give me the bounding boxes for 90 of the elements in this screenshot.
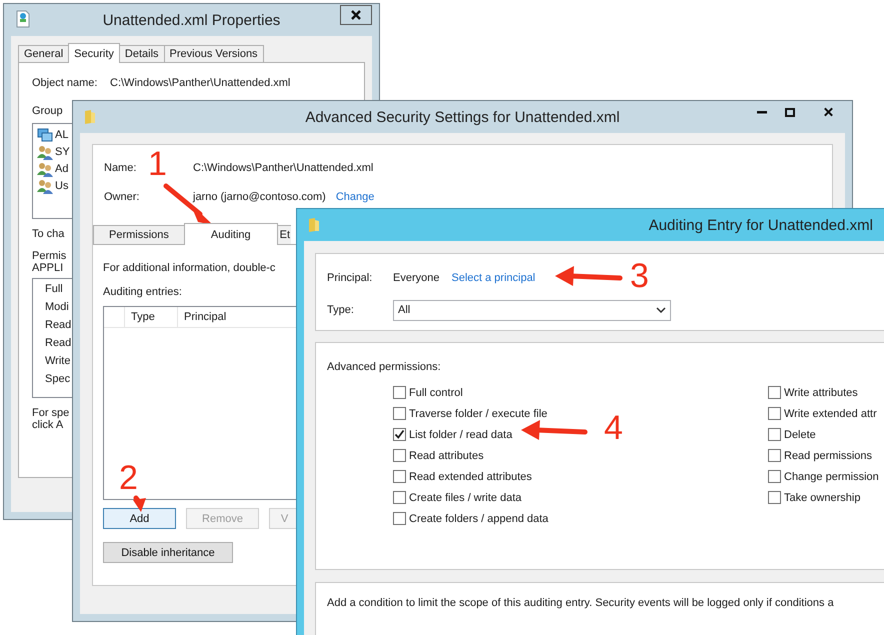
folder-icon — [83, 109, 97, 125]
minimize-icon — [757, 110, 767, 114]
field-label: Type: — [327, 304, 354, 316]
permission-name: Read — [45, 319, 72, 333]
step-number: 1 — [148, 146, 167, 182]
type-dropdown[interactable]: All — [393, 300, 671, 320]
close-button[interactable] — [340, 5, 372, 25]
permission-label[interactable]: Change permission — [784, 470, 879, 482]
owner-name: jarno (jarno@contoso.com) — [193, 191, 326, 203]
field-label: Permis — [32, 250, 66, 262]
checkbox[interactable] — [393, 407, 406, 420]
disable-inheritance-button[interactable]: Disable inheritance — [103, 542, 233, 563]
field-label: Name: — [104, 162, 136, 174]
tab[interactable]: Security — [68, 43, 120, 63]
checkbox[interactable] — [393, 512, 406, 525]
step-number: 2 — [119, 460, 138, 496]
users-icon — [37, 160, 53, 176]
group-name[interactable]: Us — [55, 180, 68, 192]
object-path: C:\Windows\Panther\Unattended.xml — [110, 77, 290, 89]
permission-label[interactable]: Create files / write data — [409, 492, 522, 504]
step-number: 4 — [604, 410, 623, 446]
users-icon — [37, 144, 53, 160]
column-header[interactable]: Type — [124, 307, 177, 327]
close-icon — [822, 107, 834, 117]
checkbox[interactable] — [393, 470, 406, 483]
permission-name: Modi — [45, 301, 69, 315]
field-label: Auditing entries: — [103, 286, 182, 298]
callout-arrow — [133, 496, 146, 512]
permission-label[interactable]: Write attributes — [784, 386, 858, 398]
permission-name: Spec — [45, 373, 70, 387]
callout-arrow — [555, 266, 622, 286]
principal-name: Everyone — [393, 272, 440, 284]
change-link[interactable]: Change — [336, 191, 374, 203]
checkbox[interactable] — [768, 428, 781, 441]
file-properties-icon — [16, 10, 30, 28]
close-icon — [350, 10, 362, 20]
permission-name: Full — [45, 283, 63, 297]
action-button[interactable]: Add — [103, 508, 176, 529]
checkbox[interactable] — [393, 386, 406, 399]
info-text: For additional information, double-c — [103, 262, 276, 274]
chevron-down-icon — [656, 307, 666, 313]
permission-label[interactable]: Read attributes — [409, 450, 484, 462]
checkbox[interactable] — [768, 407, 781, 420]
group-name[interactable]: AL — [55, 128, 68, 140]
folder-icon — [307, 217, 321, 233]
section-label: Advanced permissions: — [327, 361, 441, 373]
permission-label[interactable]: Write extended attr — [784, 408, 877, 420]
object-path: C:\Windows\Panther\Unattended.xml — [193, 162, 374, 174]
field-label: Group — [32, 105, 63, 117]
permission-label[interactable]: List folder / read data — [409, 428, 512, 440]
maximize-icon — [785, 108, 795, 116]
permission-label[interactable]: Traverse folder / execute file — [409, 408, 548, 420]
step-number: 3 — [630, 258, 649, 294]
checkbox[interactable] — [768, 491, 781, 504]
tab[interactable]: Previous Versions — [164, 45, 264, 62]
callout-arrow — [521, 420, 588, 440]
field-label: Principal: — [327, 272, 372, 284]
condition-description: Add a condition to limit the scope of this auditing entry. Security events will be logged only if conditions a — [327, 597, 834, 609]
field-label: Object name: — [32, 77, 98, 89]
tab[interactable]: Auditing — [184, 223, 278, 245]
tab[interactable]: General — [18, 45, 70, 62]
window-title: Advanced Security Settings for Unattended.xml — [305, 109, 620, 126]
permission-label[interactable]: Full control — [409, 386, 463, 398]
field-label: Owner: — [104, 191, 140, 203]
hint-text: click A — [32, 419, 64, 431]
permission-label[interactable]: Create folders / append data — [409, 512, 548, 524]
group-name[interactable]: Ad — [55, 162, 68, 174]
window-title: Unattended.xml Properties — [102, 12, 280, 29]
tab[interactable]: Permissions — [93, 225, 185, 244]
checkbox[interactable] — [393, 428, 406, 441]
permission-label[interactable]: Delete — [784, 428, 816, 440]
checkbox[interactable] — [768, 449, 781, 462]
checkbox[interactable] — [393, 491, 406, 504]
hint-text: For spe — [32, 407, 70, 419]
column-header[interactable]: Principal — [177, 307, 294, 327]
permission-label[interactable]: Read extended attributes — [409, 470, 532, 482]
permission-name: Read — [45, 337, 72, 351]
permission-name: Write — [45, 355, 70, 369]
checkbox[interactable] — [768, 386, 781, 399]
checkbox[interactable] — [768, 470, 781, 483]
select-principal-link[interactable]: Select a principal — [451, 272, 536, 284]
hint-text: To cha — [32, 228, 64, 240]
users-icon — [37, 178, 53, 194]
window-title: Auditing Entry for Unattended.xml — [648, 217, 873, 234]
permission-label[interactable]: Take ownership — [784, 492, 860, 504]
group-name[interactable]: SY — [55, 146, 70, 158]
checkbox[interactable] — [393, 449, 406, 462]
computer-icon — [37, 126, 53, 142]
field-label: APPLI — [32, 262, 64, 274]
permission-label[interactable]: Read permissions — [784, 450, 872, 462]
